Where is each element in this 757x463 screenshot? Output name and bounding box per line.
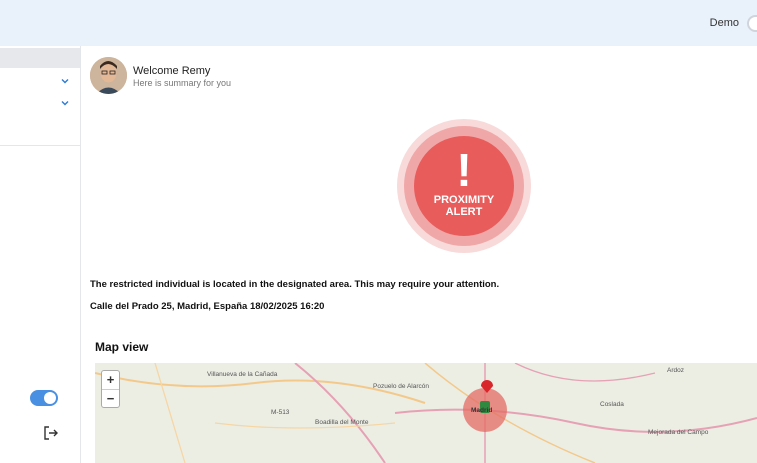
alert-message: The restricted individual is located in … — [90, 279, 500, 290]
zoom-in-button[interactable]: + — [102, 371, 119, 389]
alert-line2: ALERT — [446, 206, 483, 218]
top-bar: Demo — [0, 0, 757, 46]
avatar[interactable] — [90, 57, 127, 94]
alert-exclamation-icon: ! — [456, 144, 471, 196]
demo-label: Demo — [709, 17, 739, 29]
map-place-label: Madrid — [471, 407, 493, 414]
sidebar-item-active[interactable] — [0, 48, 80, 68]
sidebar — [0, 46, 81, 463]
proximity-alert-badge: ! PROXIMITY ALERT — [396, 118, 532, 254]
chevron-down-icon[interactable] — [60, 76, 70, 86]
logout-icon[interactable] — [42, 424, 60, 442]
map-place-label: Coslada — [600, 401, 624, 408]
welcome-title: Welcome Remy — [133, 65, 211, 77]
alert-location-time: Calle del Prado 25, Madrid, España 18/02… — [90, 301, 325, 312]
map-place-label: Pozuelo de Alarcón — [373, 383, 430, 390]
demo-toggle[interactable] — [747, 15, 757, 32]
map-zoom-control: + − — [101, 370, 120, 408]
welcome-subtitle: Here is summary for you — [133, 78, 232, 88]
map-place-label: Ardoz — [667, 367, 684, 374]
map-place-label: M-513 — [271, 409, 290, 416]
map-place-label: Mejorada del Campo — [648, 429, 709, 436]
sidebar-toggle[interactable] — [30, 390, 58, 406]
map-view[interactable]: Villanueva de la Cañada Pozuelo de Alarc… — [95, 363, 757, 463]
map-place-label: Boadilla del Monte — [315, 419, 369, 426]
alert-line1: PROXIMITY — [434, 194, 495, 206]
chevron-down-icon[interactable] — [60, 98, 70, 108]
map-place-label: Villanueva de la Cañada — [207, 371, 278, 378]
map-view-title: Map view — [95, 340, 149, 354]
sidebar-divider — [0, 145, 80, 146]
zoom-out-button[interactable]: − — [102, 390, 119, 408]
